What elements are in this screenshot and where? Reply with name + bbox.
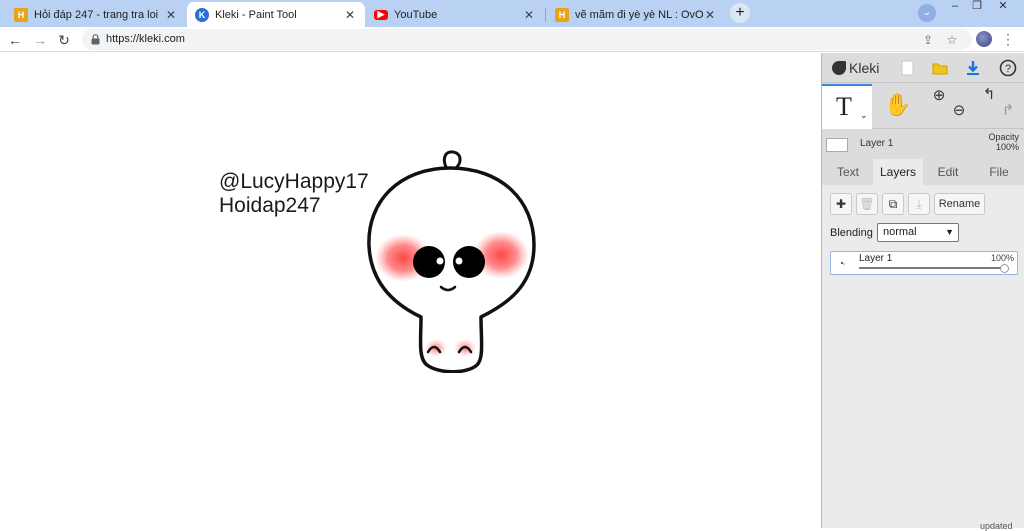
help-icon[interactable]: ? bbox=[999, 59, 1017, 77]
tab-title: YouTube bbox=[394, 8, 438, 21]
close-tab-icon[interactable]: ✕ bbox=[164, 8, 178, 22]
chevron-down-icon[interactable]: ⌄ bbox=[860, 110, 868, 121]
drawing-canvas[interactable]: @LucyHappy17 Hoidap247 bbox=[0, 53, 821, 528]
current-layer-name: Layer 1 bbox=[860, 138, 894, 149]
close-tab-icon[interactable]: ✕ bbox=[522, 8, 536, 22]
open-folder-icon[interactable] bbox=[931, 59, 949, 77]
new-tab-button[interactable]: + bbox=[730, 3, 750, 23]
hand-tool-icon[interactable]: ✋ bbox=[884, 90, 911, 120]
blending-label: Blending bbox=[830, 227, 873, 239]
opacity-display: Opacity 100% bbox=[988, 132, 1019, 152]
bookmark-star-icon[interactable]: ☆ bbox=[944, 32, 960, 48]
tab-text[interactable]: Text bbox=[826, 159, 870, 185]
tab-title: vẽ mãm đi yè yè NL : OvO 1k đ bbox=[575, 8, 703, 21]
kleki-logo[interactable]: Kleki bbox=[832, 60, 879, 76]
hoidap-favicon-icon: H bbox=[14, 7, 28, 22]
panel-tabs: Text Layers Edit File bbox=[822, 159, 1024, 185]
browser-tab-strip: H Hỏi đáp 247 - trang tra loi ✕ K Kleki … bbox=[0, 0, 1024, 27]
kleki-header: Kleki ? bbox=[822, 53, 1024, 83]
rename-layer-button[interactable]: Rename bbox=[934, 193, 985, 215]
canvas-text: @LucyHappy17 Hoidap247 bbox=[219, 170, 369, 218]
right-eye-highlight bbox=[455, 257, 463, 265]
close-tab-icon[interactable]: ✕ bbox=[343, 8, 357, 22]
kleki-logo-icon bbox=[832, 61, 846, 75]
canvas-text-line: Hoidap247 bbox=[219, 194, 321, 217]
profile-avatar[interactable] bbox=[976, 31, 992, 47]
layer-opacity-slider[interactable] bbox=[859, 267, 1005, 269]
forward-icon[interactable]: → bbox=[31, 31, 49, 49]
kleki-favicon-icon: K bbox=[195, 7, 209, 22]
left-eye-highlight bbox=[436, 257, 444, 265]
browser-toolbar: ← → ↻ https://kleki.com ⇪ ☆ bbox=[0, 27, 1024, 52]
share-icon[interactable]: ⇪ bbox=[920, 32, 936, 48]
hoidap-favicon-icon: H bbox=[555, 7, 569, 22]
opacity-value: 100% bbox=[995, 142, 1019, 152]
text-tool-glyph: T bbox=[836, 92, 852, 121]
blending-mode-select[interactable]: normal ▼ bbox=[877, 223, 959, 242]
reload-icon[interactable]: ↻ bbox=[55, 31, 73, 49]
browser-menu-icon[interactable]: ⋮ bbox=[1001, 30, 1015, 48]
merge-down-button[interactable]: ⤓ bbox=[908, 193, 930, 215]
tab-youtube[interactable]: ▶ YouTube ✕ bbox=[366, 2, 544, 27]
close-tab-icon[interactable]: ✕ bbox=[703, 8, 717, 22]
duplicate-layer-button[interactable]: ⧉ bbox=[882, 193, 904, 215]
layers-panel: ✚ 🗑 ⧉ ⤓ Rename Blending normal ▼ Layer 1… bbox=[822, 185, 1024, 531]
tab-edit[interactable]: Edit bbox=[926, 159, 970, 185]
download-icon[interactable] bbox=[964, 59, 982, 77]
restore-icon[interactable]: ❐ bbox=[966, 0, 988, 14]
tab-separator bbox=[545, 8, 546, 22]
cute-character-drawing bbox=[367, 150, 536, 373]
tool-bar: T ⌄ ✋ ⊕ ⊖ ↰ ↱ bbox=[822, 84, 1024, 129]
chevron-down-icon: ▼ bbox=[945, 227, 954, 237]
status-text: updated bbox=[980, 521, 1013, 531]
tab-kleki[interactable]: K Kleki - Paint Tool ✕ bbox=[187, 2, 365, 27]
zoom-out-icon[interactable]: ⊖ bbox=[950, 102, 968, 120]
kleki-side-panel: Kleki ? T ⌄ ✋ ⊕ ⊖ ↰ ↱ Layer 1 Opacity 10… bbox=[821, 53, 1024, 531]
tab-file[interactable]: File bbox=[976, 159, 1022, 185]
layer-list-item[interactable]: Layer 1 100% bbox=[830, 251, 1018, 275]
redo-icon[interactable]: ↱ bbox=[999, 102, 1017, 120]
address-bar[interactable]: https://kleki.com ⇪ ☆ bbox=[82, 29, 972, 50]
new-image-icon[interactable] bbox=[898, 59, 916, 77]
zoom-in-icon[interactable]: ⊕ bbox=[930, 87, 948, 105]
tab-hoidap[interactable]: H Hỏi đáp 247 - trang tra loi ✕ bbox=[6, 2, 186, 27]
undo-icon[interactable]: ↰ bbox=[980, 86, 998, 104]
tab-title: Hỏi đáp 247 - trang tra loi bbox=[34, 8, 159, 21]
layer-opacity-fill bbox=[859, 267, 1005, 269]
layer-thumbnail bbox=[826, 138, 848, 152]
minimize-icon[interactable]: – bbox=[944, 0, 966, 14]
tab-title: Kleki - Paint Tool bbox=[215, 8, 297, 21]
current-layer-info[interactable]: Layer 1 Opacity 100% bbox=[822, 130, 1024, 158]
layer-row-thumbnail bbox=[835, 256, 851, 270]
kleki-brand-name: Kleki bbox=[849, 60, 880, 76]
youtube-favicon-icon: ▶ bbox=[374, 9, 388, 20]
close-window-icon[interactable]: ✕ bbox=[992, 0, 1014, 14]
url-text[interactable]: https://kleki.com bbox=[106, 33, 185, 45]
delete-layer-button[interactable]: 🗑 bbox=[856, 193, 878, 215]
add-layer-button[interactable]: ✚ bbox=[830, 193, 852, 215]
blending-mode-value: normal bbox=[883, 226, 917, 238]
back-icon[interactable]: ← bbox=[6, 31, 24, 49]
text-tool-button[interactable]: T ⌄ bbox=[822, 84, 872, 129]
tab-layers[interactable]: Layers bbox=[873, 159, 923, 185]
layer-row-opacity: 100% bbox=[990, 253, 1014, 263]
layer-row-name: Layer 1 bbox=[859, 253, 893, 264]
svg-text:?: ? bbox=[1005, 63, 1011, 75]
canvas-text-line: @LucyHappy17 bbox=[219, 170, 369, 193]
tab-search-icon[interactable]: ⌄ bbox=[918, 4, 936, 22]
tab-hoidap-question[interactable]: H vẽ mãm đi yè yè NL : OvO 1k đ ✕ bbox=[547, 2, 725, 27]
lock-icon bbox=[91, 34, 100, 45]
opacity-label: Opacity bbox=[988, 132, 1019, 142]
layer-opacity-slider-handle[interactable] bbox=[1000, 264, 1009, 273]
